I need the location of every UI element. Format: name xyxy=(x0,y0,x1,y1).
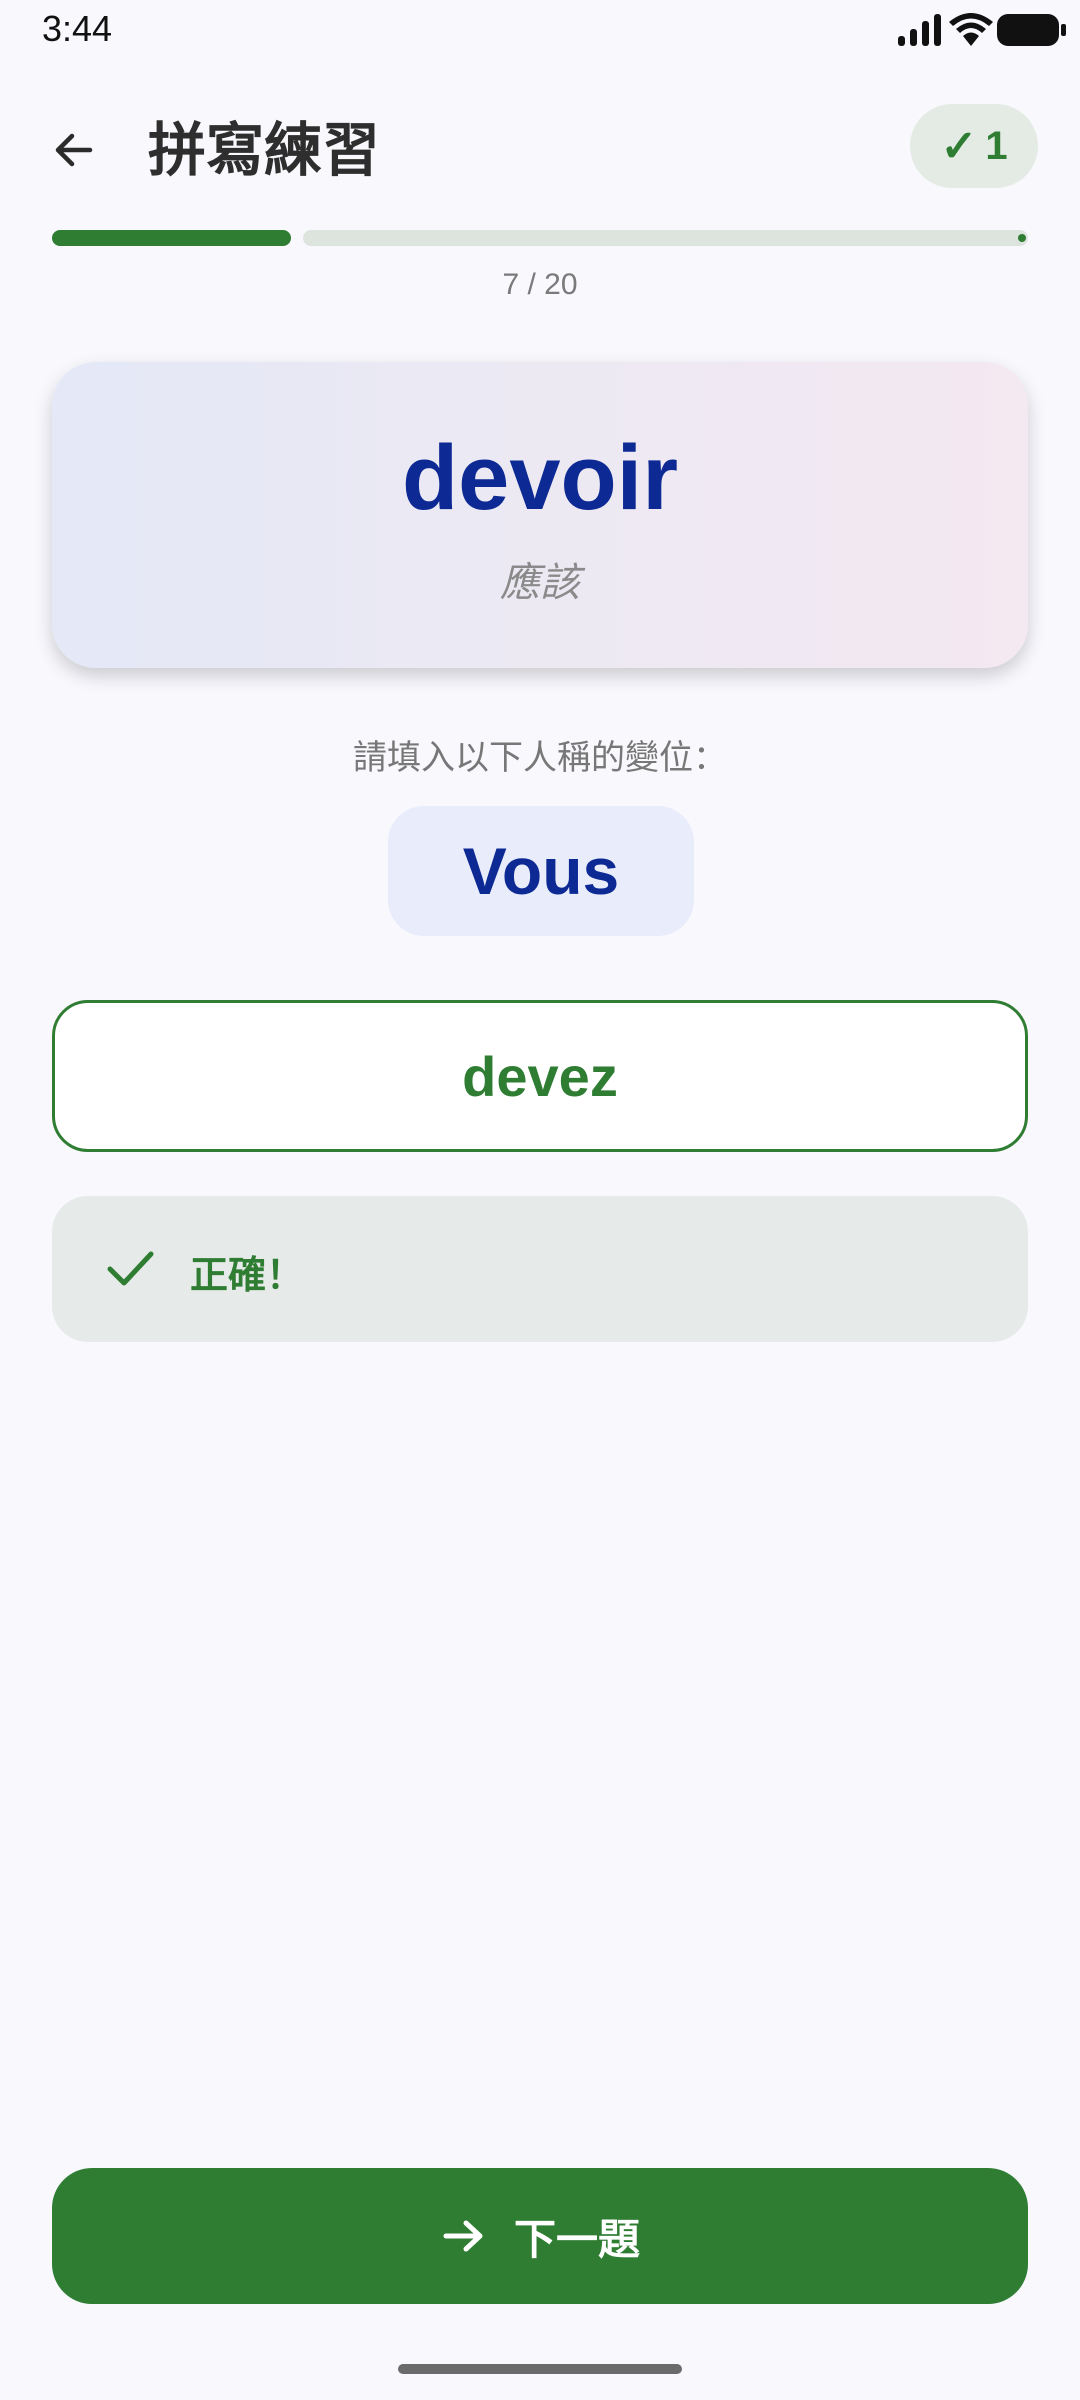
next-question-button[interactable]: 下一題 xyxy=(52,2168,1028,2304)
word-card: devoir 應該 xyxy=(52,362,1028,668)
word-text: devoir xyxy=(401,427,679,529)
instruction-text: 請填入以下人稱的變位： xyxy=(353,738,727,778)
answer-input[interactable]: devez xyxy=(52,1000,1028,1152)
progress-fill xyxy=(52,230,291,246)
status-time: 3:44 xyxy=(42,8,113,49)
arrow-left-icon xyxy=(55,133,93,167)
progress-remaining xyxy=(303,230,1028,246)
home-indicator[interactable] xyxy=(398,2364,682,2374)
progress-end-dot xyxy=(1018,234,1026,242)
feedback-text: 正確！ xyxy=(190,1253,305,1297)
progress-count: 7 / 20 xyxy=(502,268,578,301)
back-button[interactable] xyxy=(36,112,112,188)
signal-icon xyxy=(898,14,941,46)
arrow-right-icon xyxy=(440,2212,488,2260)
word-meaning: 應該 xyxy=(500,560,580,606)
feedback-box: 正確！ xyxy=(52,1196,1028,1342)
check-icon xyxy=(107,1251,154,1286)
page-title: 拼寫練習 xyxy=(148,116,381,184)
progress-bar xyxy=(52,230,1028,246)
battery-icon xyxy=(997,14,1066,46)
status-bar: 3:44 xyxy=(0,0,1080,64)
score-count: 1 xyxy=(985,123,1008,168)
score-badge: ✓ 1 xyxy=(910,104,1038,188)
pronoun-chip: Vous xyxy=(388,806,694,936)
check-icon: ✓ xyxy=(940,121,978,171)
wifi-icon xyxy=(949,13,993,46)
next-button-label: 下一題 xyxy=(513,2214,640,2264)
app-bar: 拼寫練習 ✓ 1 xyxy=(0,96,1080,200)
